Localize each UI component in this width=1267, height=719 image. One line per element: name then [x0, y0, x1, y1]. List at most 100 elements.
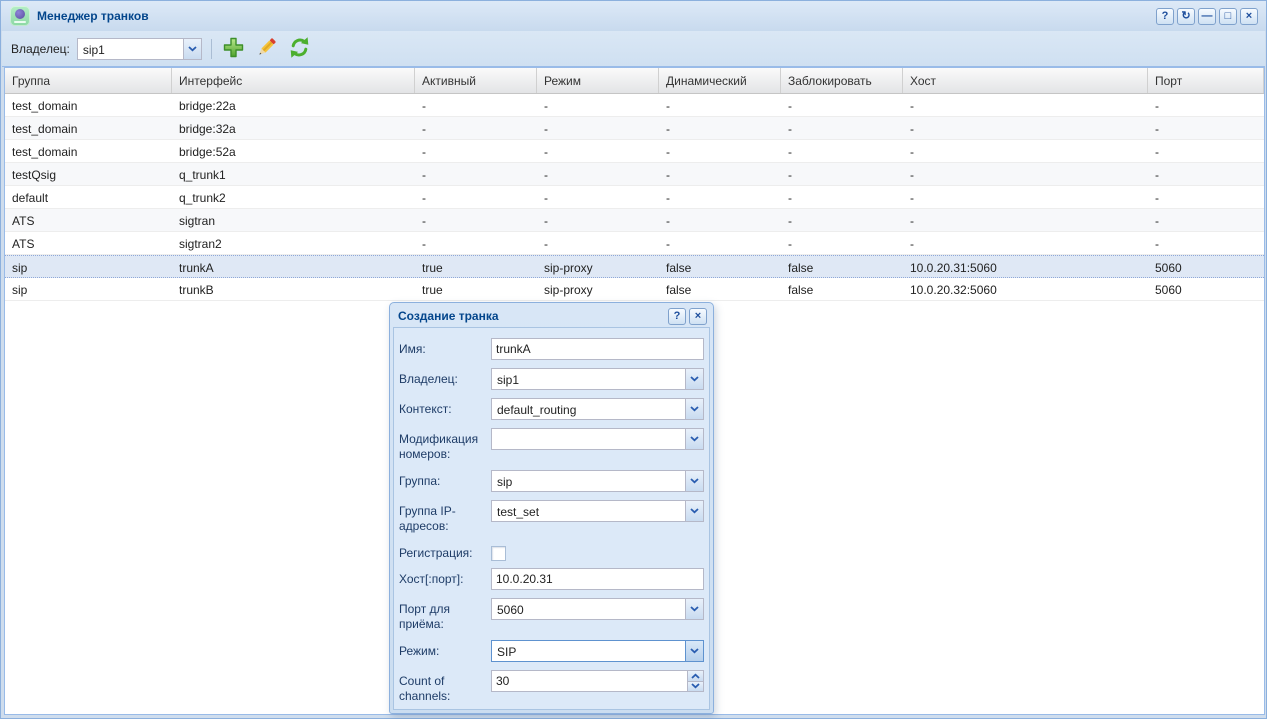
- window-tool-maximize-button[interactable]: □: [1219, 8, 1237, 25]
- table-cell: bridge:32a: [172, 117, 415, 139]
- table-cell: trunkA: [172, 256, 415, 277]
- host-port-input[interactable]: [491, 568, 704, 590]
- table-row[interactable]: test_domainbridge:32a------: [5, 117, 1264, 140]
- toolbar-separator: [211, 39, 212, 59]
- table-row[interactable]: ATSsigtran2------: [5, 232, 1264, 255]
- mode-row: Режим:SIP: [399, 640, 704, 662]
- dialog-title: Создание транка: [398, 309, 499, 323]
- chevron-down-icon[interactable]: [685, 641, 703, 661]
- column-header-7[interactable]: Хост: [903, 68, 1148, 93]
- table-cell: test_domain: [5, 94, 172, 116]
- table-cell: -: [537, 232, 659, 254]
- table-row[interactable]: ATSsigtran------: [5, 209, 1264, 232]
- dialog-tool-close-button[interactable]: ×: [689, 308, 707, 325]
- owner-combobox[interactable]: sip1: [77, 38, 202, 60]
- channel-count-spinner: [491, 670, 704, 692]
- mode-combobox[interactable]: SIP: [491, 640, 704, 662]
- table-cell: sip: [5, 278, 172, 300]
- number-modification-combobox-value: [492, 429, 685, 449]
- table-row[interactable]: siptrunkAtruesip-proxyfalsefalse10.0.20.…: [5, 255, 1264, 278]
- owner-combobox[interactable]: sip1: [491, 368, 704, 390]
- listen-port-row: Порт для приёма:5060: [399, 598, 704, 632]
- chevron-down-icon[interactable]: [685, 399, 703, 419]
- channel-count-input[interactable]: [491, 670, 687, 692]
- chevron-down-icon[interactable]: [685, 429, 703, 449]
- table-cell: sip-proxy: [537, 256, 659, 277]
- table-cell: -: [415, 186, 537, 208]
- window-title: Менеджер транков: [37, 9, 149, 23]
- table-cell: -: [537, 117, 659, 139]
- dialog-tool-help-button[interactable]: ?: [668, 308, 686, 325]
- table-cell: -: [781, 163, 903, 185]
- dialog-tools: ?×: [668, 308, 707, 325]
- table-cell: sigtran: [172, 209, 415, 231]
- table-cell: -: [415, 232, 537, 254]
- table-cell: -: [415, 209, 537, 231]
- table-cell: -: [659, 117, 781, 139]
- group-field-wrap: sip: [491, 470, 704, 492]
- table-cell: trunkB: [172, 278, 415, 300]
- spinner-down-button[interactable]: [687, 682, 704, 693]
- window-tool-close-button[interactable]: ×: [1240, 8, 1258, 25]
- host-port-row: Хост[:порт]:: [399, 568, 704, 590]
- app-icon: [10, 6, 30, 26]
- chevron-down-icon[interactable]: [183, 39, 201, 59]
- listen-port-combobox-value: 5060: [492, 599, 685, 619]
- table-row[interactable]: test_domainbridge:52a------: [5, 140, 1264, 163]
- table-cell: 5060: [1148, 256, 1264, 277]
- column-header-8[interactable]: Порт: [1148, 68, 1264, 93]
- table-cell: -: [903, 232, 1148, 254]
- table-cell: -: [1148, 163, 1264, 185]
- context-field-wrap: default_routing: [491, 398, 704, 420]
- registration-checkbox[interactable]: [491, 546, 506, 561]
- table-row[interactable]: defaultq_trunk2------: [5, 186, 1264, 209]
- number-modification-field-wrap: [491, 428, 704, 450]
- table-cell: false: [781, 278, 903, 300]
- name-input[interactable]: [491, 338, 704, 360]
- table-cell: sigtran2: [172, 232, 415, 254]
- ip-address-group-field-wrap: test_set: [491, 500, 704, 522]
- spinner-up-button[interactable]: [687, 670, 704, 682]
- column-header-4[interactable]: Режим: [537, 68, 659, 93]
- column-header-6[interactable]: Заблокировать: [781, 68, 903, 93]
- number-modification-combobox[interactable]: [491, 428, 704, 450]
- group-combobox[interactable]: sip: [491, 470, 704, 492]
- window-tool-minimize-button[interactable]: —: [1198, 8, 1216, 25]
- table-cell: ATS: [5, 209, 172, 231]
- number-modification-row: Модификация номеров:: [399, 428, 704, 462]
- window-titlebar: Менеджер транков ?↻—□×: [1, 1, 1266, 31]
- table-cell: -: [781, 209, 903, 231]
- chevron-down-icon[interactable]: [685, 471, 703, 491]
- column-header-2[interactable]: Интерфейс: [172, 68, 415, 93]
- table-cell: -: [659, 140, 781, 162]
- table-cell: -: [781, 186, 903, 208]
- trunk-manager-window: Менеджер транков ?↻—□× Владелец: sip1: [0, 0, 1267, 719]
- listen-port-combobox[interactable]: 5060: [491, 598, 704, 620]
- context-combobox[interactable]: default_routing: [491, 398, 704, 420]
- refresh-icon: [288, 36, 311, 62]
- column-header-1[interactable]: Группа: [5, 68, 172, 93]
- column-header-3[interactable]: Активный: [415, 68, 537, 93]
- host-port-field-wrap: [491, 568, 704, 590]
- table-cell: -: [415, 94, 537, 116]
- ip-address-group-combobox[interactable]: test_set: [491, 500, 704, 522]
- owner-row: Владелец:sip1: [399, 368, 704, 390]
- table-cell: -: [903, 94, 1148, 116]
- chevron-down-icon[interactable]: [685, 501, 703, 521]
- table-cell: ATS: [5, 232, 172, 254]
- table-row[interactable]: test_domainbridge:22a------: [5, 94, 1264, 117]
- window-tool-help-button[interactable]: ?: [1156, 8, 1174, 25]
- chevron-down-icon[interactable]: [685, 369, 703, 389]
- window-tool-refresh-button[interactable]: ↻: [1177, 8, 1195, 25]
- table-cell: false: [659, 256, 781, 277]
- table-cell: -: [659, 209, 781, 231]
- chevron-down-icon[interactable]: [685, 599, 703, 619]
- column-header-5[interactable]: Динамический: [659, 68, 781, 93]
- ip-address-group-combobox-value: test_set: [492, 501, 685, 521]
- refresh-trunks-button[interactable]: [285, 34, 315, 64]
- table-row[interactable]: testQsigq_trunk1------: [5, 163, 1264, 186]
- add-trunk-button[interactable]: [219, 34, 249, 64]
- table-cell: -: [781, 94, 903, 116]
- table-row[interactable]: siptrunkBtruesip-proxyfalsefalse10.0.20.…: [5, 278, 1264, 301]
- edit-trunk-button[interactable]: [252, 34, 282, 64]
